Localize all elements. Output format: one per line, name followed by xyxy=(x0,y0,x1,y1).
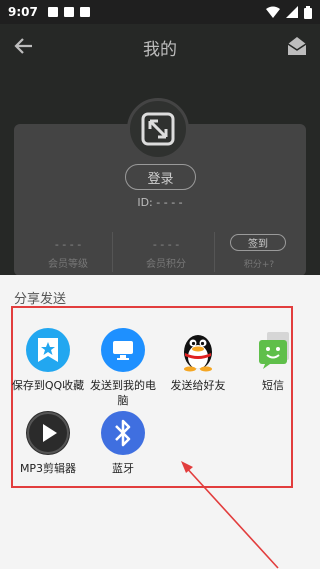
divider xyxy=(112,232,113,272)
share-item-friend[interactable]: 发送给好友 xyxy=(160,328,236,393)
status-time: 9:07 xyxy=(8,5,38,19)
share-item-my-computer[interactable]: 发送到我的电脑 xyxy=(85,328,161,408)
share-item-label: 短信 xyxy=(262,379,284,392)
wifi-icon xyxy=(266,6,280,18)
status-bar: 9:07 xyxy=(0,0,320,24)
signal-icon xyxy=(286,6,298,18)
my-computer-icon xyxy=(101,328,145,372)
avatar[interactable] xyxy=(127,98,189,160)
login-button[interactable]: 登录 xyxy=(125,164,196,190)
share-item-label: 蓝牙 xyxy=(112,462,134,475)
share-sheet-title: 分享发送 xyxy=(14,292,67,307)
bluetooth-icon xyxy=(101,411,145,455)
member-level-label: 会员等级 xyxy=(48,259,88,270)
share-item-sms[interactable]: 短信 xyxy=(235,328,311,393)
share-item-bluetooth[interactable]: 蓝牙 xyxy=(85,411,161,476)
share-item-label: MP3剪辑器 xyxy=(19,462,77,475)
qq-penguin-icon xyxy=(176,328,220,372)
member-level-value: - - - - xyxy=(54,238,82,251)
page-title: 我的 xyxy=(143,39,177,60)
app-bar: 我的 xyxy=(0,24,320,70)
share-item-label: 保存到QQ收藏 xyxy=(11,379,85,392)
avatar-placeholder-icon xyxy=(141,112,175,146)
signin-button[interactable]: 签到 xyxy=(230,234,286,251)
sms-icon xyxy=(251,328,295,372)
qq-favorite-icon xyxy=(26,328,70,372)
share-item-label: 发送到我的电脑 xyxy=(90,379,156,407)
signin-points-label: 积分+? xyxy=(243,260,275,270)
share-item-qq-favorite[interactable]: 保存到QQ收藏 xyxy=(10,328,86,393)
share-item-mp3-editor[interactable]: MP3剪辑器 xyxy=(10,411,86,476)
gallery-icon xyxy=(63,7,74,17)
member-points-stat: - - - - 会员积分 xyxy=(118,238,214,270)
download-icon xyxy=(79,7,90,17)
member-points-value: - - - - xyxy=(152,238,180,251)
back-arrow-icon[interactable] xyxy=(14,36,34,56)
mp3-editor-icon xyxy=(26,411,70,455)
profile-area: 登录 ID: - - - - - - - - 会员等级 - - - - 会员积分… xyxy=(0,70,320,276)
mail-icon[interactable] xyxy=(286,35,308,57)
divider xyxy=(214,232,215,272)
member-points-label: 会员积分 xyxy=(146,259,186,270)
user-id: ID: - - - - xyxy=(137,196,183,209)
notification-icon xyxy=(47,7,58,17)
share-sheet: 分享发送 保存到QQ收藏 发送到我的电脑 发送给好友 短信 MP3剪辑器 蓝牙 xyxy=(0,275,320,569)
member-level-stat: - - - - 会员等级 xyxy=(20,238,116,270)
battery-icon xyxy=(304,5,312,19)
status-icons xyxy=(266,5,312,19)
share-item-label: 发送给好友 xyxy=(170,379,226,392)
